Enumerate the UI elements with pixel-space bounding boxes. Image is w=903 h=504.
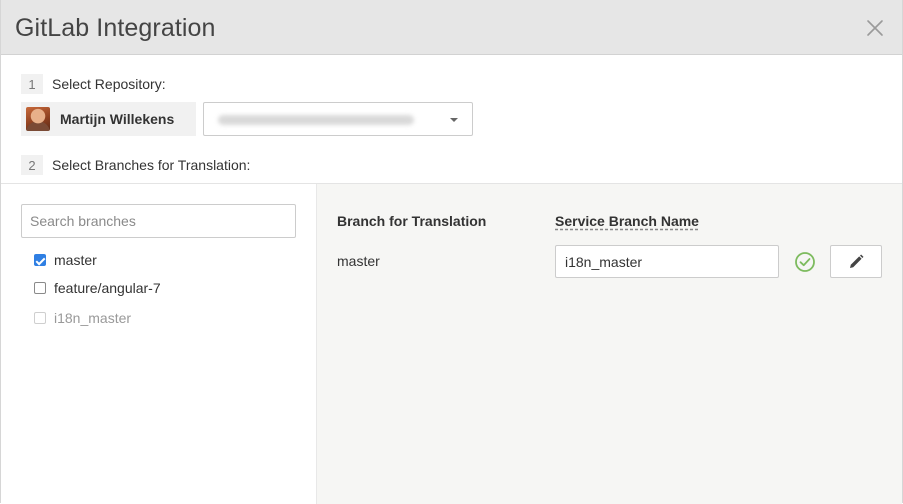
repository-select[interactable] xyxy=(203,102,473,136)
branch-item-feature-angular-7[interactable]: feature/angular-7 xyxy=(34,279,161,297)
branch-label: i18n_master xyxy=(54,310,132,326)
branch-checkbox[interactable] xyxy=(34,282,46,294)
pencil-icon xyxy=(850,254,864,268)
check-circle-icon xyxy=(795,252,815,272)
user-chip: Martijn Willekens xyxy=(21,102,196,136)
step-select-repository: 1 Select Repository: xyxy=(21,74,166,94)
branch-checkbox xyxy=(34,312,46,324)
branch-item-i18n-master: i18n_master xyxy=(34,309,131,327)
avatar xyxy=(26,107,50,131)
close-icon xyxy=(867,20,883,36)
branch-label: feature/angular-7 xyxy=(54,280,161,296)
branch-mapping-pane: Branch for Translation Service Branch Na… xyxy=(316,184,902,504)
branch-list-pane: master feature/angular-7 i18n_master xyxy=(1,184,316,504)
branch-item-master[interactable]: master xyxy=(34,251,97,269)
search-branches-input[interactable] xyxy=(21,204,296,238)
branch-panes: master feature/angular-7 i18n_master Bra… xyxy=(1,183,902,504)
mapping-row-branch: master xyxy=(337,253,380,269)
step-number: 1 xyxy=(21,74,43,94)
dialog-title: GitLab Integration xyxy=(15,14,216,42)
step-label: Select Repository: xyxy=(52,76,166,92)
gitlab-integration-dialog: GitLab Integration 1 Select Repository: … xyxy=(0,0,903,504)
close-button[interactable] xyxy=(866,19,884,37)
step-label: Select Branches for Translation: xyxy=(52,157,251,173)
chevron-down-icon xyxy=(450,118,458,122)
column-header-branch: Branch for Translation xyxy=(337,213,487,229)
step-select-branches: 2 Select Branches for Translation: xyxy=(21,155,250,175)
branch-checkbox[interactable] xyxy=(34,254,46,266)
service-branch-name-input[interactable] xyxy=(555,245,779,278)
branch-label: master xyxy=(54,252,97,268)
repository-name-redacted xyxy=(218,115,414,125)
user-name: Martijn Willekens xyxy=(60,111,175,127)
edit-button[interactable] xyxy=(830,245,882,278)
repository-row: Martijn Willekens xyxy=(21,102,473,136)
step-number: 2 xyxy=(21,155,43,175)
column-header-service-branch: Service Branch Name xyxy=(555,213,699,229)
dialog-header: GitLab Integration xyxy=(1,0,902,55)
